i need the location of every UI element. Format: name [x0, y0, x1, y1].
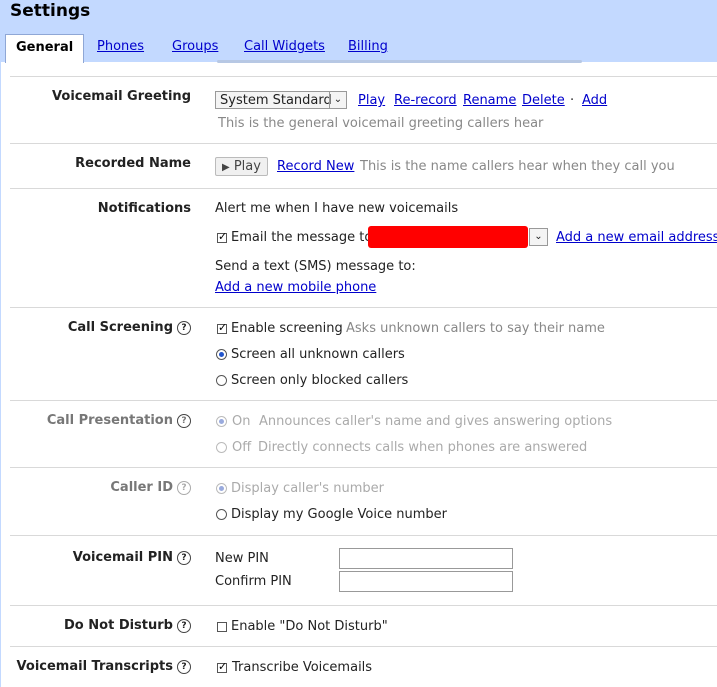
tab-call-widgets[interactable]: Call Widgets	[244, 34, 325, 62]
greeting-rerecord-link[interactable]: Re-record	[394, 93, 457, 108]
record-new-link[interactable]: Record New	[277, 159, 354, 174]
confirm-pin-input[interactable]	[339, 571, 513, 592]
voicemail-pin-label-text: Voicemail PIN	[72, 550, 173, 565]
voicemail-transcripts-label-text: Voicemail Transcripts	[16, 659, 173, 674]
alert-text: Alert me when I have new voicemails	[215, 201, 459, 216]
divider	[10, 467, 717, 468]
gv-number-radio[interactable]	[216, 509, 227, 520]
call-screening-label-text: Call Screening	[67, 320, 173, 335]
transcribe-checkbox[interactable]	[217, 660, 227, 673]
call-presentation-label: Call Presentation?	[47, 413, 191, 428]
enable-screening-description: Asks unknown callers to say their name	[346, 321, 605, 336]
do-not-disturb-label-text: Do Not Disturb	[64, 618, 173, 633]
tab-bar: General Phones Groups Call Widgets Billi…	[0, 34, 717, 63]
divider	[10, 307, 717, 308]
divider	[10, 76, 717, 77]
divider	[10, 535, 717, 536]
do-not-disturb-label: Do Not Disturb?	[64, 618, 191, 633]
greeting-delete-link[interactable]: Delete	[522, 93, 565, 108]
add-phone-link[interactable]: Add a new mobile phone	[215, 280, 376, 295]
presentation-on-description: Announces caller's name and gives answer…	[259, 414, 613, 429]
tab-phones[interactable]: Phones	[97, 34, 144, 62]
play-icon: ▶	[222, 162, 230, 173]
tab-billing[interactable]: Billing	[348, 34, 388, 62]
new-pin-label: New PIN	[215, 551, 269, 566]
caller-id-label-text: Caller ID	[110, 480, 173, 495]
voicemail-pin-label: Voicemail PIN?	[73, 550, 191, 565]
presentation-off-description: Directly connects calls when phones are …	[258, 440, 588, 455]
recorded-name-play-button[interactable]: ▶ Play	[215, 157, 268, 176]
caller-number-label: Display caller's number	[231, 481, 384, 496]
greeting-rename-link[interactable]: Rename	[463, 93, 516, 108]
help-icon[interactable]: ?	[177, 320, 191, 335]
redacted-email	[368, 226, 528, 248]
help-icon[interactable]: ?	[177, 480, 191, 495]
divider	[10, 646, 717, 647]
notifications-label: Notifications	[97, 201, 191, 216]
caller-id-label: Caller ID?	[110, 480, 191, 495]
screen-blocked-label: Screen only blocked callers	[231, 373, 409, 388]
greeting-play-link[interactable]: Play	[358, 93, 385, 108]
settings-header: Settings General Phones Groups Call Widg…	[0, 0, 717, 63]
voicemail-greeting-label: Voicemail Greeting	[52, 89, 191, 104]
play-button-label: Play	[233, 159, 261, 174]
confirm-pin-label: Confirm PIN	[215, 574, 292, 589]
enable-screening-checkbox[interactable]	[217, 321, 227, 334]
transcribe-label: Transcribe Voicemails	[232, 660, 373, 675]
divider	[10, 188, 717, 189]
help-icon[interactable]: ?	[177, 659, 191, 674]
chevron-down-icon: ⌄	[534, 231, 543, 242]
help-icon[interactable]: ?	[177, 550, 191, 565]
greeting-add-link[interactable]: Add	[582, 93, 607, 108]
do-not-disturb-option-label: Enable "Do Not Disturb"	[231, 619, 388, 634]
email-checkbox[interactable]	[217, 230, 227, 243]
divider	[10, 605, 717, 606]
call-screening-label: Call Screening?	[68, 320, 191, 335]
tab-groups[interactable]: Groups	[172, 34, 218, 62]
help-icon[interactable]: ?	[177, 618, 191, 633]
greeting-select[interactable]: System Standard ⌄	[215, 91, 347, 109]
sms-label: Send a text (SMS) message to:	[215, 259, 416, 274]
screen-all-radio[interactable]	[216, 349, 227, 360]
new-pin-input[interactable]	[339, 548, 513, 569]
divider	[10, 143, 717, 144]
help-icon[interactable]: ?	[177, 413, 191, 428]
chevron-down-icon: ⌄	[329, 92, 346, 108]
call-presentation-label-text: Call Presentation	[46, 413, 173, 428]
do-not-disturb-checkbox[interactable]	[217, 622, 227, 632]
presentation-on-label: On	[232, 414, 251, 429]
screen-blocked-radio[interactable]	[216, 375, 227, 386]
greeting-description: This is the general voicemail greeting c…	[218, 116, 544, 131]
action-separator: ·	[570, 93, 575, 108]
scroll-indicator	[217, 60, 582, 63]
caller-number-radio[interactable]	[216, 483, 227, 494]
presentation-off-label: Off	[232, 440, 252, 455]
screen-all-label: Screen all unknown callers	[231, 347, 405, 362]
tab-general[interactable]: General	[5, 34, 85, 63]
greeting-select-value: System Standard	[220, 93, 332, 108]
gv-number-label: Display my Google Voice number	[231, 507, 447, 522]
email-select[interactable]: ⌄	[529, 228, 548, 246]
enable-screening-label: Enable screening	[231, 321, 343, 336]
add-email-link[interactable]: Add a new email address	[556, 230, 717, 245]
recorded-name-label: Recorded Name	[75, 156, 191, 171]
email-label: Email the message to:	[231, 230, 377, 245]
divider	[10, 400, 717, 401]
voicemail-transcripts-label: Voicemail Transcripts?	[17, 659, 191, 674]
page-title: Settings	[10, 1, 91, 21]
presentation-off-radio[interactable]	[216, 442, 227, 453]
recorded-name-description: This is the name callers hear when they …	[360, 159, 675, 174]
presentation-on-radio[interactable]	[216, 416, 227, 427]
